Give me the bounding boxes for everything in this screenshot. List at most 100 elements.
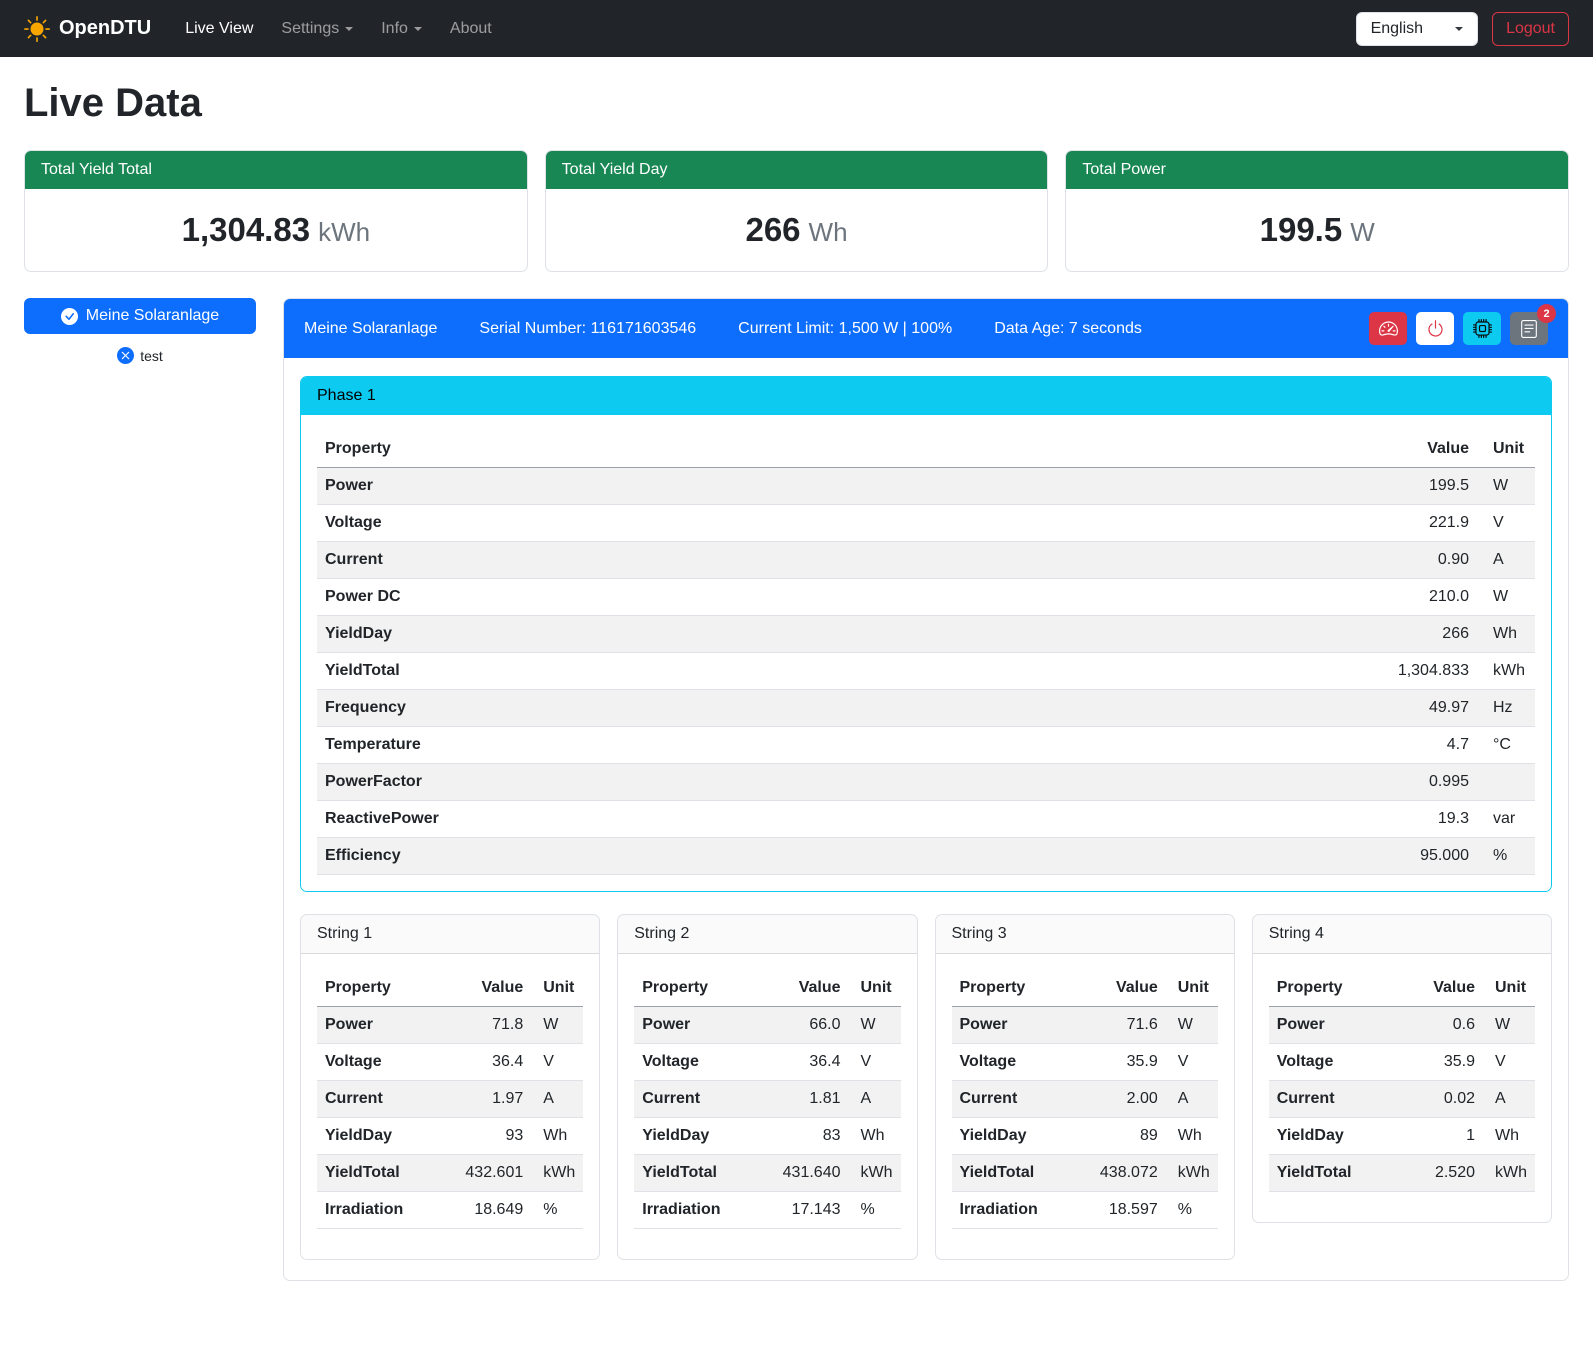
inverter-select-button[interactable]: Meine Solaranlage bbox=[24, 298, 256, 334]
logout-button[interactable]: Logout bbox=[1492, 12, 1569, 46]
inverter-secondary-item[interactable]: test bbox=[24, 347, 256, 364]
property-cell: Voltage bbox=[317, 1044, 437, 1081]
value-cell: 19.3 bbox=[1011, 801, 1477, 838]
property-cell: YieldDay bbox=[634, 1118, 754, 1155]
value-cell: 0.02 bbox=[1400, 1081, 1483, 1118]
value-cell: 221.9 bbox=[1011, 505, 1477, 542]
column-header: Unit bbox=[1166, 970, 1218, 1007]
table-row: Current0.02A bbox=[1269, 1081, 1535, 1118]
property-cell: Power bbox=[952, 1007, 1072, 1044]
table-row: Power71.6W bbox=[952, 1007, 1218, 1044]
language-select-value: English bbox=[1371, 20, 1423, 38]
event-log-button[interactable]: 2 bbox=[1510, 312, 1548, 345]
table-row: YieldTotal438.072kWh bbox=[952, 1155, 1218, 1192]
nav-about[interactable]: About bbox=[438, 12, 504, 46]
content-row: Meine Solaranlage test Meine Solaranlage… bbox=[24, 298, 1569, 1281]
event-count-badge: 2 bbox=[1537, 304, 1556, 323]
property-cell: Frequency bbox=[317, 690, 1011, 727]
property-cell: Power bbox=[317, 468, 1011, 505]
device-info-button[interactable] bbox=[1463, 312, 1501, 345]
navbar-right: English Logout bbox=[1356, 12, 1569, 46]
unit-cell: kWh bbox=[1166, 1155, 1218, 1192]
property-cell: Current bbox=[317, 542, 1011, 579]
property-cell: YieldDay bbox=[1269, 1118, 1400, 1155]
table-row: Power0.6W bbox=[1269, 1007, 1535, 1044]
value-cell: 1.81 bbox=[754, 1081, 848, 1118]
unit-cell: W bbox=[1166, 1007, 1218, 1044]
brand[interactable]: OpenDTU bbox=[24, 16, 151, 42]
property-cell: YieldTotal bbox=[634, 1155, 754, 1192]
stat-value: 266 bbox=[745, 211, 800, 248]
x-circle-icon[interactable] bbox=[117, 347, 134, 364]
property-cell: Irradiation bbox=[634, 1192, 754, 1229]
table-header-row: PropertyValueUnit bbox=[317, 970, 583, 1007]
main-content: Live Data Total Yield Total 1,304.83kWh … bbox=[0, 57, 1593, 1305]
language-select[interactable]: English bbox=[1356, 12, 1478, 46]
property-cell: Irradiation bbox=[317, 1192, 437, 1229]
inverter-serial: Serial Number: 116171603546 bbox=[479, 320, 696, 338]
property-cell: Current bbox=[634, 1081, 754, 1118]
nav-info[interactable]: Info bbox=[369, 12, 434, 46]
property-cell: YieldTotal bbox=[952, 1155, 1072, 1192]
table-header-row: PropertyValueUnit bbox=[317, 431, 1535, 468]
value-cell: 1.97 bbox=[437, 1081, 531, 1118]
unit-cell: V bbox=[849, 1044, 901, 1081]
chevron-down-icon bbox=[1455, 27, 1463, 31]
value-cell: 199.5 bbox=[1011, 468, 1477, 505]
unit-cell bbox=[1477, 764, 1535, 801]
chevron-down-icon bbox=[345, 27, 353, 31]
column-header: Unit bbox=[531, 970, 583, 1007]
inverter-data-age: Data Age: 7 seconds bbox=[994, 320, 1142, 338]
property-cell: Voltage bbox=[317, 505, 1011, 542]
unit-cell: A bbox=[1477, 542, 1535, 579]
unit-cell: A bbox=[1483, 1081, 1535, 1118]
table-header-row: PropertyValueUnit bbox=[1269, 970, 1535, 1007]
power-toggle-button[interactable] bbox=[1416, 312, 1454, 345]
phase-panel: Phase 1 PropertyValueUnitPower199.5WVolt… bbox=[300, 376, 1552, 892]
unit-cell: V bbox=[1166, 1044, 1218, 1081]
string-table: PropertyValueUnitPower66.0WVoltage36.4VC… bbox=[634, 970, 900, 1229]
table-row: Voltage36.4V bbox=[634, 1044, 900, 1081]
property-cell: YieldDay bbox=[317, 1118, 437, 1155]
unit-cell: V bbox=[1477, 505, 1535, 542]
property-cell: YieldTotal bbox=[1269, 1155, 1400, 1192]
string-card-body: PropertyValueUnitPower0.6WVoltage35.9VCu… bbox=[1253, 954, 1551, 1222]
value-cell: 36.4 bbox=[437, 1044, 531, 1081]
check-circle-icon bbox=[61, 308, 78, 325]
table-row: Current2.00A bbox=[952, 1081, 1218, 1118]
inverter-select-label: Meine Solaranlage bbox=[86, 307, 219, 325]
property-cell: Voltage bbox=[1269, 1044, 1400, 1081]
table-row: YieldDay93Wh bbox=[317, 1118, 583, 1155]
column-header: Value bbox=[1072, 970, 1166, 1007]
property-cell: YieldDay bbox=[317, 616, 1011, 653]
string-card-body: PropertyValueUnitPower66.0WVoltage36.4VC… bbox=[618, 954, 916, 1259]
value-cell: 89 bbox=[1072, 1118, 1166, 1155]
table-row: YieldDay83Wh bbox=[634, 1118, 900, 1155]
inverter-name: Meine Solaranlage bbox=[304, 320, 437, 338]
strings-row: String 1 PropertyValueUnitPower71.8WVolt… bbox=[300, 914, 1552, 1260]
nav-live-view[interactable]: Live View bbox=[173, 12, 265, 46]
table-row: YieldDay1Wh bbox=[1269, 1118, 1535, 1155]
inverter-list-sidebar: Meine Solaranlage test bbox=[24, 298, 256, 364]
string-card-title: String 4 bbox=[1253, 915, 1551, 954]
stat-unit: kWh bbox=[318, 217, 370, 247]
cpu-icon bbox=[1473, 319, 1492, 338]
limit-settings-button[interactable] bbox=[1369, 312, 1407, 345]
nav-settings[interactable]: Settings bbox=[269, 12, 365, 46]
unit-cell: kWh bbox=[1477, 653, 1535, 690]
value-cell: 0.6 bbox=[1400, 1007, 1483, 1044]
table-row: Irradiation18.597% bbox=[952, 1192, 1218, 1229]
string-table: PropertyValueUnitPower0.6WVoltage35.9VCu… bbox=[1269, 970, 1535, 1192]
property-cell: Irradiation bbox=[952, 1192, 1072, 1229]
property-cell: Temperature bbox=[317, 727, 1011, 764]
table-row: Temperature4.7°C bbox=[317, 727, 1535, 764]
navbar-left: OpenDTU Live View Settings Info About bbox=[24, 12, 504, 46]
unit-cell: V bbox=[531, 1044, 583, 1081]
column-header: Property bbox=[1269, 970, 1400, 1007]
stat-card-total-yield-total: Total Yield Total 1,304.83kWh bbox=[24, 150, 528, 272]
string-card-title: String 2 bbox=[618, 915, 916, 954]
unit-cell: A bbox=[531, 1081, 583, 1118]
table-row: Voltage221.9V bbox=[317, 505, 1535, 542]
column-header: Unit bbox=[1483, 970, 1535, 1007]
property-cell: Power bbox=[317, 1007, 437, 1044]
